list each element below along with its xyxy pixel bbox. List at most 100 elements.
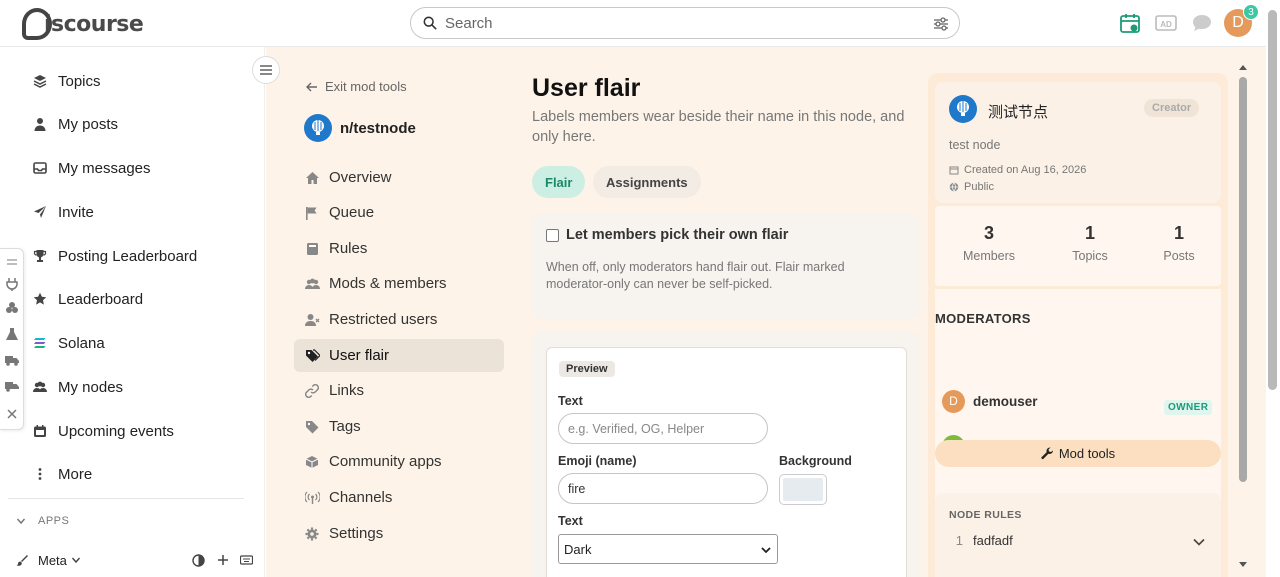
sidebar-item-solana[interactable]: Solana [32, 331, 105, 355]
modnav-item-label: User flair [329, 347, 390, 364]
scroll-up-arrow[interactable] [1239, 65, 1247, 70]
tab-flair[interactable]: Flair [532, 166, 586, 198]
node-header[interactable]: n/testnode [304, 114, 416, 142]
panel-scroll-thumb[interactable] [1239, 77, 1247, 482]
node-title: 测试节点 [988, 104, 1049, 121]
stat-members: 3 Members [949, 223, 1029, 263]
modnav-item-links[interactable]: Links [294, 374, 504, 407]
sidebar-item-upcoming-events[interactable]: Upcoming events [32, 419, 174, 443]
created-date: Created on Aug 16, 2026 [949, 164, 1086, 176]
tab-assignments[interactable]: Assignments [593, 166, 701, 198]
ad-icon[interactable]: AD [1155, 12, 1177, 34]
modnav-item-tags[interactable]: Tags [294, 410, 504, 443]
sidebar-item-invite[interactable]: Invite [32, 200, 94, 224]
self-pick-toggle[interactable]: Let members pick their own flair [546, 227, 788, 243]
drag-handle-icon[interactable] [5, 255, 19, 269]
modnav-item-channels[interactable]: Channels [294, 481, 504, 514]
plus-icon[interactable] [217, 554, 229, 566]
chevron-down-icon[interactable] [1192, 535, 1206, 549]
created-text: Created on Aug 16, 2026 [964, 164, 1087, 176]
plug-icon[interactable] [5, 277, 19, 291]
sidebar-item-leaderboard[interactable]: Leaderboard [32, 287, 143, 311]
layers-icon [32, 73, 48, 89]
sidebar-item-topics[interactable]: Topics [32, 69, 101, 93]
mod-tools-button[interactable]: Mod tools [935, 440, 1221, 467]
sidebar-item-posting-leaderboard[interactable]: Posting Leaderboard [32, 244, 197, 268]
self-pick-checkbox[interactable] [546, 228, 559, 242]
search-bar[interactable] [410, 7, 960, 39]
solana-icon [32, 335, 48, 351]
page-scroll-thumb[interactable] [1268, 10, 1277, 390]
truck-icon[interactable] [5, 353, 19, 367]
background-color-picker[interactable] [779, 474, 827, 505]
logo-text: iscourse [44, 11, 144, 37]
chevron-down-icon[interactable] [71, 555, 81, 565]
modnav-item-mods-members[interactable]: Mods & members [294, 267, 504, 300]
rule-text: fadfadf [973, 533, 1013, 548]
calendar-check-icon[interactable] [1119, 12, 1141, 34]
discourse-logo[interactable]: iscourse [22, 7, 144, 41]
flair-form: Preview Text Emoji (name) Background Tex… [546, 347, 907, 577]
text-color-value: Dark [564, 541, 592, 557]
sidebar-item-my-messages[interactable]: My messages [32, 156, 151, 180]
sidebar-item-label: My posts [58, 115, 119, 133]
sidebar-item-my-nodes[interactable]: My nodes [32, 375, 123, 399]
node-info-card: 测试节点 Creator test node Created on Aug 16… [935, 82, 1221, 203]
modnav-item-queue[interactable]: Queue [294, 196, 504, 229]
modnav-item-label: Community apps [329, 453, 442, 470]
flair-editor-card: Preview Text Emoji (name) Background Tex… [532, 332, 920, 577]
exit-mod-tools-link[interactable]: Exit mod tools [306, 79, 407, 94]
scroll-down-arrow[interactable] [1239, 562, 1247, 567]
top-header: iscourse AD D 3 [0, 0, 1280, 47]
modnav-item-user-flair[interactable]: User flair [294, 339, 504, 372]
meta-selector[interactable]: Meta [38, 553, 67, 568]
modnav-item-label: Settings [329, 525, 384, 542]
hot-air-balloon-icon [957, 101, 969, 116]
mod-tools-label: Mod tools [1058, 446, 1116, 461]
self-pick-help: When off, only moderators hand flair out… [546, 260, 845, 291]
text-color-select[interactable]: Dark [558, 534, 778, 564]
flair-emoji-input[interactable] [558, 473, 768, 504]
home-icon [304, 170, 320, 186]
modnav-item-rules[interactable]: Rules [294, 232, 504, 265]
close-icon[interactable] [5, 407, 19, 421]
panel-scrollbar[interactable] [1237, 65, 1249, 567]
flask-icon[interactable] [5, 327, 19, 341]
truck-alt-icon[interactable] [5, 379, 19, 393]
background-color-swatch [783, 478, 823, 501]
stat-label: Members [962, 249, 1016, 263]
search-filter-icon[interactable] [933, 16, 949, 32]
moderator-demouser[interactable]: D demouser [942, 390, 1038, 413]
gear-icon [304, 526, 320, 542]
theme-toggle-icon[interactable] [192, 553, 205, 567]
users-icon [304, 276, 320, 292]
sidebar-item-label: Solana [58, 334, 105, 352]
rule-item[interactable]: 1 fadfadf [949, 533, 1214, 548]
paper-plane-icon [32, 204, 48, 220]
modnav-item-community-apps[interactable]: Community apps [294, 445, 504, 478]
user-icon [32, 116, 48, 132]
preview-badge: Preview [559, 361, 615, 377]
sidebar-item-label: My messages [58, 159, 151, 177]
modnav-item-overview[interactable]: Overview [294, 161, 504, 194]
moderator-name: demouser [973, 394, 1038, 409]
sidebar-item-label: Topics [58, 72, 101, 90]
chat-icon[interactable] [1191, 12, 1213, 34]
page-scrollbar[interactable] [1266, 0, 1280, 577]
calendar-icon [32, 423, 48, 439]
svg-text:AD: AD [1160, 20, 1172, 29]
keyboard-icon[interactable] [240, 554, 253, 566]
flair-text-input[interactable] [558, 413, 768, 444]
plugin-group-icon[interactable] [5, 301, 19, 315]
sidebar-item-more[interactable]: More [32, 462, 92, 486]
user-x-icon [304, 312, 320, 328]
modnav-item-label: Links [329, 382, 365, 399]
modnav-item-settings[interactable]: Settings [294, 517, 504, 550]
tag-icon [304, 419, 320, 435]
link-icon [304, 383, 320, 399]
sidebar-toggle-button[interactable] [252, 56, 280, 84]
sidebar-section-apps[interactable]: APPS [16, 515, 69, 527]
search-input[interactable] [445, 12, 925, 34]
modnav-item-restricted-users[interactable]: Restricted users [294, 303, 504, 336]
sidebar-item-my-posts[interactable]: My posts [32, 112, 118, 136]
